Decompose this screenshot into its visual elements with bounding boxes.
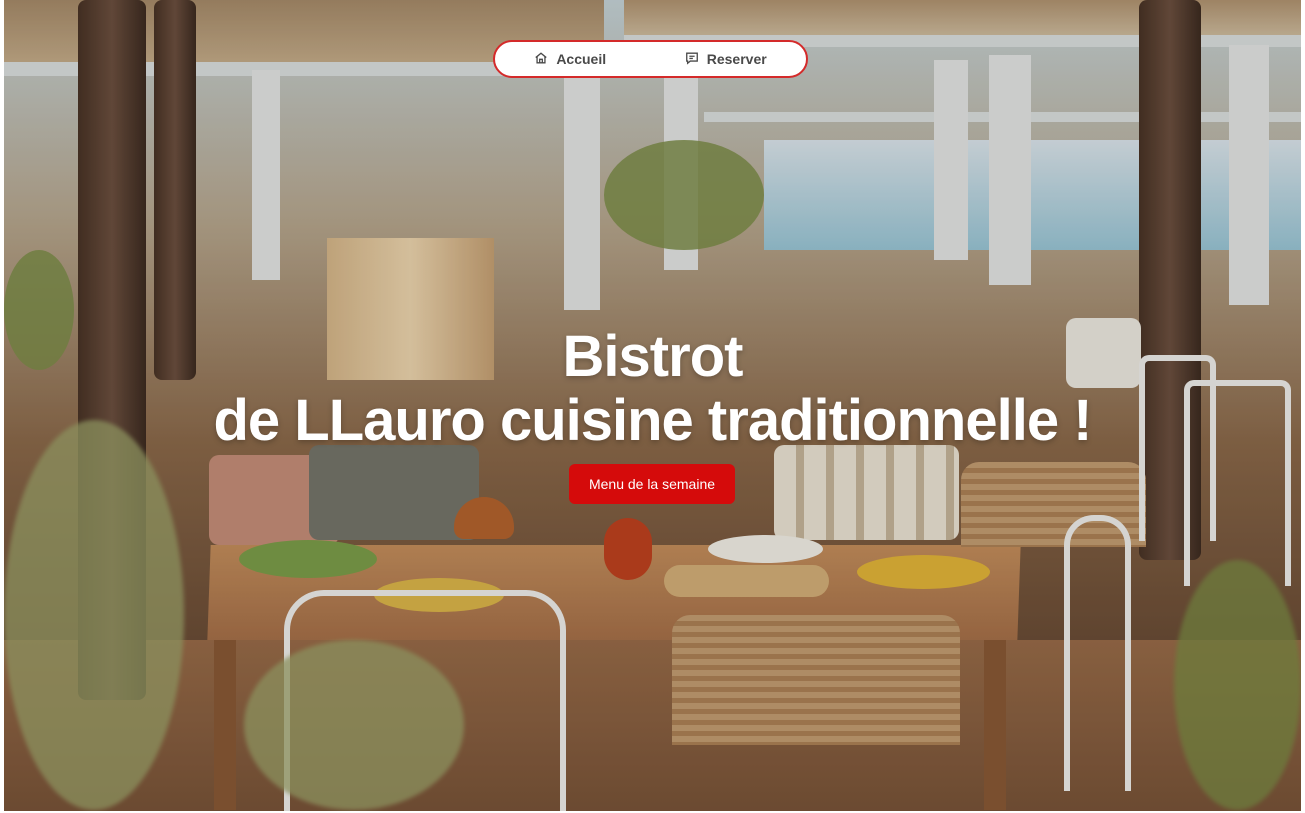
hero-title-line1: Bistrot	[562, 324, 744, 389]
home-icon	[534, 51, 548, 68]
top-nav: Accueil Reserver	[493, 40, 808, 78]
hero-title: Bistrot de LLauro cuisine traditionnelle…	[0, 325, 1305, 453]
nav-accueil-link[interactable]: Accueil	[534, 51, 606, 68]
nav-reserver-label: Reserver	[706, 51, 767, 67]
hero-title-line2: de LLauro cuisine traditionnelle !	[213, 388, 1093, 453]
nav-reserver-link[interactable]: Reserver	[685, 51, 767, 68]
message-icon	[685, 51, 699, 68]
menu-semaine-button[interactable]: Menu de la semaine	[569, 464, 735, 504]
nav-accueil-label: Accueil	[556, 51, 607, 67]
